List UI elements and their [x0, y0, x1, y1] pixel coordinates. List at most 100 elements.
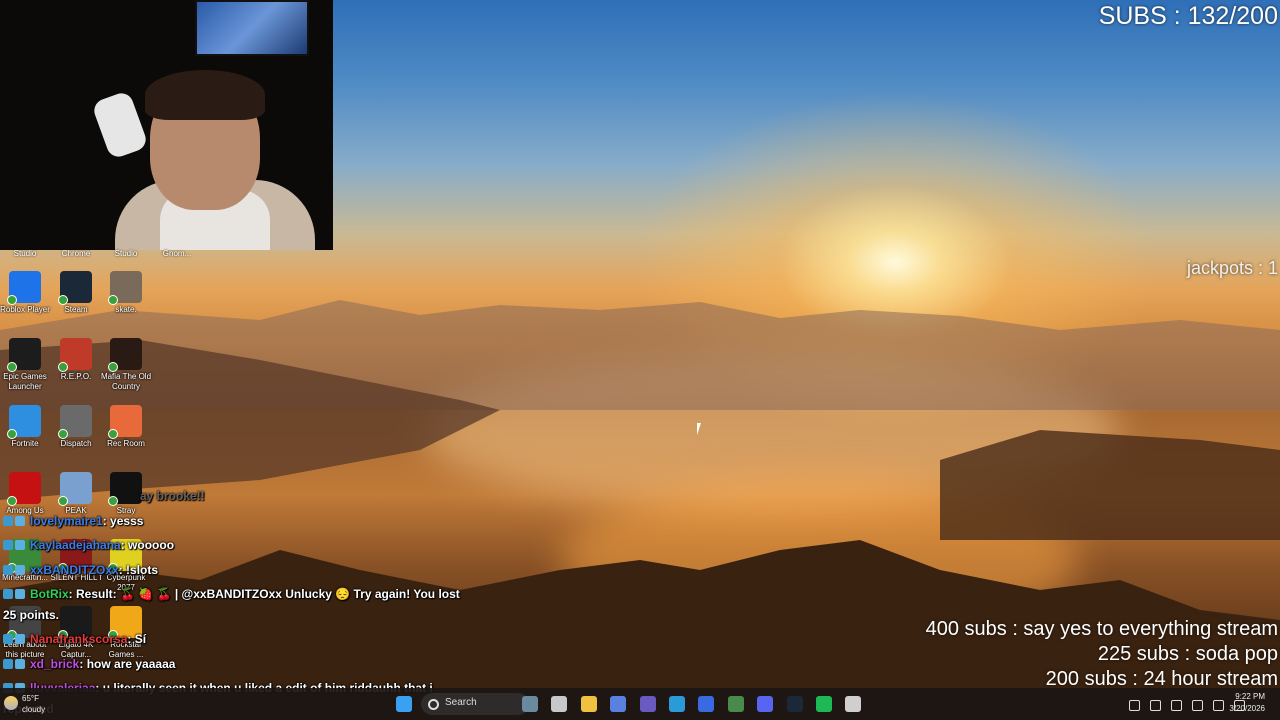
desktop-icon[interactable]: Epic Games Launcher	[0, 338, 52, 392]
chat-badge-icon	[3, 516, 13, 526]
sync-check-icon	[7, 362, 17, 372]
widgets-icon[interactable]	[522, 696, 538, 712]
chat-text: : Sí	[127, 632, 147, 646]
chat-badge-icon	[3, 565, 13, 575]
chat-username[interactable]: Kaylaadejahana	[30, 538, 121, 552]
sync-check-icon	[108, 429, 118, 439]
peak-icon	[58, 472, 92, 506]
windows-start-icon[interactable]	[396, 696, 412, 712]
background-monitor	[195, 0, 309, 56]
steam-icon[interactable]	[787, 696, 803, 712]
sync-check-icon	[108, 362, 118, 372]
chat-message: BotRix: Result: 🍒 🍓 🍒 | @xxBANDITZOxx Un…	[3, 587, 460, 601]
clock-date[interactable]: 3/20/2026	[1229, 704, 1265, 713]
sync-check-icon	[58, 429, 68, 439]
teams-icon[interactable]	[640, 696, 656, 712]
desktop-icon[interactable]: Dispatch	[49, 405, 103, 449]
mouse-cursor	[697, 423, 705, 435]
sync-check-icon	[108, 496, 118, 506]
sync-check-icon	[7, 429, 17, 439]
app-icon[interactable]	[728, 696, 744, 712]
desktop-icon[interactable]: Steam	[49, 271, 103, 315]
chat-text: : wooooo	[120, 538, 175, 552]
chat-message: lovelymaire1: yesss	[3, 514, 143, 528]
desktop-icon-label: Rec Room	[107, 439, 145, 448]
obs-icon[interactable]	[845, 696, 861, 712]
chat-badge-icon	[15, 589, 25, 599]
desktop-icon[interactable]: Among Us	[0, 472, 52, 516]
chat-badge-icon	[3, 540, 13, 550]
sync-check-icon	[108, 295, 118, 305]
desktop-icon[interactable]: skate.	[99, 271, 153, 315]
chat-badges	[3, 587, 27, 601]
desktop-icon[interactable]: Mafia The Old Country	[99, 338, 153, 392]
steam-icon	[58, 271, 92, 305]
wifi-icon[interactable]	[1213, 700, 1224, 711]
microphone-icon[interactable]	[1171, 700, 1182, 711]
weather-temp[interactable]: 65°F	[22, 694, 39, 703]
sync-check-icon	[58, 362, 68, 372]
cloud-icon[interactable]	[1150, 700, 1161, 711]
desktop-icon-label: R.E.P.O.	[60, 372, 92, 381]
fortnite-icon	[7, 405, 41, 439]
sync-check-icon	[58, 295, 68, 305]
chat-badge-icon	[15, 540, 25, 550]
store-icon[interactable]	[698, 696, 714, 712]
chat-message: xd_brick: how are yaaaaa	[3, 657, 175, 671]
chat-faded-line: ay brooke!!	[140, 489, 205, 503]
chat-badge-icon	[15, 565, 25, 575]
display-icon[interactable]	[1192, 700, 1203, 711]
chat-username[interactable]: Nanafrankscorsa	[30, 632, 127, 646]
roblox-icon	[7, 271, 41, 305]
task-view-icon[interactable]	[551, 696, 567, 712]
desktop-icon[interactable]: Fortnite	[0, 405, 52, 449]
desktop-icon[interactable]: Roblox Player	[0, 271, 52, 315]
desktop-icon[interactable]: R.E.P.O.	[49, 338, 103, 382]
desktop-icon-label: Mafia The Old Country	[100, 372, 152, 391]
desktop-icon[interactable]: PEAK	[49, 472, 103, 516]
chat-username[interactable]: lovelymaire1	[30, 514, 103, 528]
chat-message: xxBANDITZOxx: !slots	[3, 563, 158, 577]
chat-text: : yesss	[102, 514, 144, 528]
webcam-feed	[0, 0, 333, 250]
chat-badge-icon	[3, 659, 13, 669]
desktop-icon-label: Roblox Player	[0, 305, 50, 314]
desktop-icon-label: Gnom...	[162, 249, 192, 258]
jackpots-counter: jackpots : 1	[1186, 258, 1278, 278]
discord-icon[interactable]	[757, 696, 773, 712]
chat-text: : how are yaaaaa	[79, 657, 176, 671]
chevron-up-icon[interactable]	[1129, 700, 1140, 711]
mafia-icon	[108, 338, 142, 372]
chat-badge-icon	[15, 634, 25, 644]
sync-check-icon	[58, 496, 68, 506]
chat-text: 25 points.	[3, 608, 60, 622]
skate-icon	[108, 271, 142, 305]
chat-username[interactable]: BotRix	[30, 587, 69, 601]
chat-badge-icon	[3, 634, 13, 644]
rec-room-icon	[108, 405, 142, 439]
repo-icon	[58, 338, 92, 372]
chat-badge-icon	[15, 516, 25, 526]
weather-desc[interactable]: cloudy	[22, 705, 45, 714]
spotify-icon[interactable]	[816, 696, 832, 712]
desktop-icon-label: skate.	[115, 305, 137, 314]
desktop-icon[interactable]: Rec Room	[99, 405, 153, 449]
file-explorer-icon[interactable]	[581, 696, 597, 712]
clock-time[interactable]: 9:22 PM	[1235, 692, 1265, 701]
desktop-icon-label: Studio	[13, 249, 37, 258]
edge-icon[interactable]	[669, 696, 685, 712]
chat-badges	[3, 632, 27, 646]
search-icon	[428, 699, 439, 710]
among-us-icon	[7, 472, 41, 506]
weather-icon[interactable]	[4, 696, 18, 710]
chat-badges	[3, 657, 27, 671]
desktop-icon-label: Dispatch	[60, 439, 92, 448]
chat-badge-icon	[3, 589, 13, 599]
desktop-icon-label: Epic Games Launcher	[3, 372, 47, 391]
copilot-icon[interactable]	[610, 696, 626, 712]
chat-username[interactable]: xxBANDITZOxx	[30, 563, 119, 577]
chat-username[interactable]: xd_brick	[30, 657, 79, 671]
microphone	[90, 89, 150, 161]
desktop-icon-label: Fortnite	[11, 439, 39, 448]
desktop-icon-label: Chrome	[61, 249, 91, 258]
